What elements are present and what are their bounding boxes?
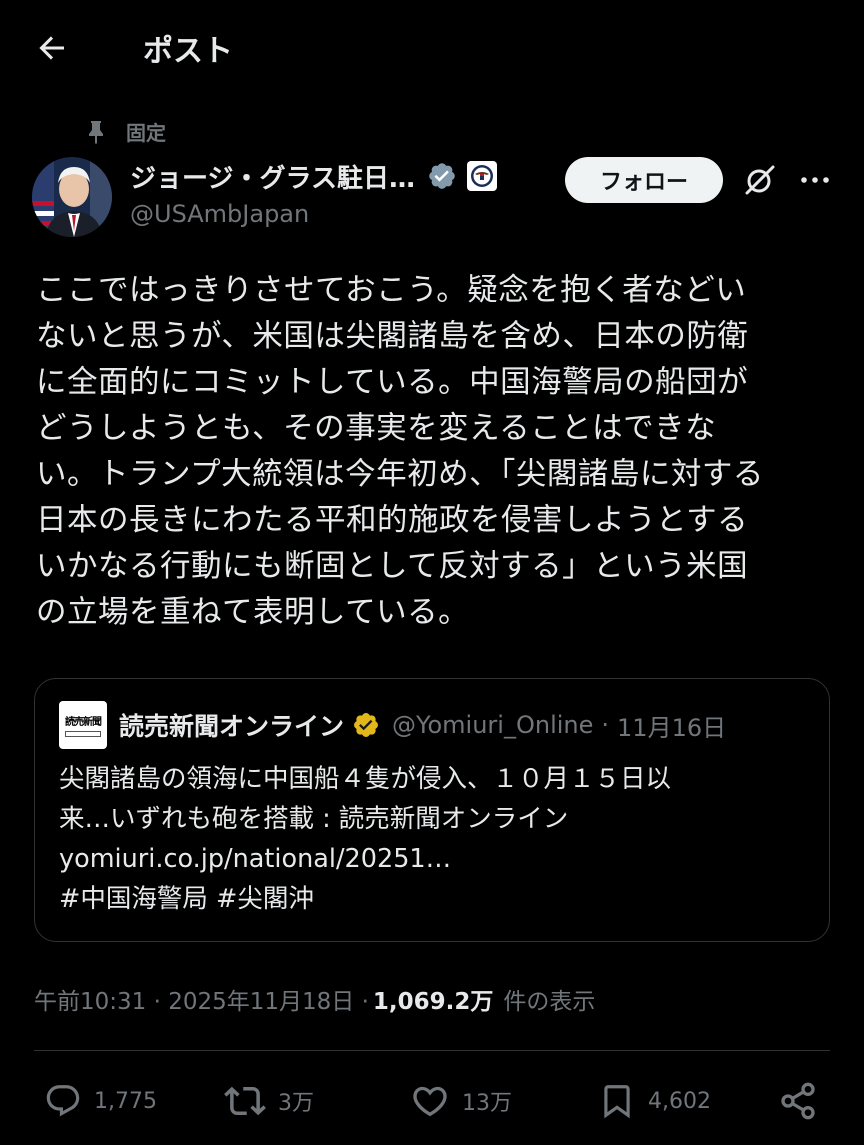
bookmark-count: 4,602 <box>648 1088 711 1114</box>
back-button[interactable] <box>30 28 74 68</box>
arrow-left-icon <box>39 36 64 60</box>
gold-verified-badge-icon[interactable] <box>352 711 380 739</box>
government-seal-icon[interactable] <box>466 161 497 191</box>
more-icon <box>801 177 829 183</box>
grok-button[interactable] <box>740 160 780 200</box>
separator-dot: · <box>601 711 610 739</box>
pin-icon <box>89 120 103 144</box>
author-info: ジョージ・グラス駐日… @USAmbJapan <box>130 156 560 228</box>
bookmark-button[interactable]: 4,602 <box>598 1074 711 1128</box>
author-handle[interactable]: @USAmbJapan <box>130 200 560 228</box>
share-icon <box>781 1082 815 1120</box>
post-text: ここではっきりさせておこう。疑念を抱く者などい ないと思うが、米国は尖閣諸島を含… <box>36 268 836 636</box>
heart-icon <box>413 1086 447 1117</box>
quoted-post-card[interactable]: 読売新聞 読売新聞オンライン @Yomiuri_Online · 11月16日 … <box>34 678 830 942</box>
quoted-author-avatar[interactable]: 読売新聞 <box>59 701 107 749</box>
quoted-post-header: 読売新聞 読売新聞オンライン @Yomiuri_Online · 11月16日 <box>59 701 726 749</box>
repost-button[interactable]: 3万 <box>224 1074 314 1128</box>
newspaper-logo-bar <box>65 731 101 737</box>
reply-count: 1,775 <box>94 1088 157 1114</box>
reply-icon <box>46 1085 80 1117</box>
page-title: ポスト <box>143 34 233 69</box>
pinned-indicator: 固定 <box>84 117 166 146</box>
eagle-seal-icon <box>470 165 493 187</box>
bookmark-icon <box>604 1085 630 1119</box>
display-name-row: ジョージ・グラス駐日… <box>130 156 560 196</box>
quoted-author-handle[interactable]: @Yomiuri_Online <box>392 711 593 739</box>
quoted-post-date[interactable]: 11月16日 <box>617 708 726 743</box>
post-line: ないと思うが、米国は尖閣諸島を含め、日本の防衛 <box>36 319 749 354</box>
view-count-label: 件の表示 <box>503 989 596 1015</box>
avatar-image <box>32 157 112 237</box>
verified-badge-icon[interactable] <box>427 161 457 191</box>
repost-icon <box>224 1086 266 1116</box>
grok-icon <box>745 165 775 195</box>
post-line: 日本の長きにわたる平和的施政を侵害しようとする <box>36 503 749 538</box>
quote-line: 来…いずれも砲を搭載 : 読売新聞オンライン <box>59 804 569 834</box>
post-line: ここではっきりさせておこう。疑念を抱く者などい <box>36 273 747 308</box>
repost-count: 3万 <box>278 1091 314 1116</box>
quote-hashtags[interactable]: #中国海警局 #尖閣沖 <box>59 879 819 919</box>
post-timestamp[interactable]: 午前10:31 · 2025年11月18日 · <box>34 982 369 1016</box>
follow-button[interactable]: フォロー <box>565 157 723 203</box>
share-button[interactable] <box>778 1074 818 1128</box>
more-options-button[interactable] <box>795 160 835 200</box>
action-bar: 1,775 3万 13万 4,602 <box>0 1074 864 1128</box>
quote-link[interactable]: yomiuri.co.jp/national/20251… <box>59 839 819 879</box>
like-count: 13万 <box>462 1091 512 1116</box>
top-bar: ポスト <box>0 0 864 96</box>
quoted-author-name[interactable]: 読売新聞オンライン <box>119 707 344 743</box>
view-count: 1,069.2万 <box>372 989 494 1015</box>
post-line: い。トランプ大統領は今年初め、「尖閣諸島に対する <box>36 457 764 492</box>
pinned-label: 固定 <box>126 121 166 145</box>
post-line: に全面的にコミットしている。中国海警局の船団が <box>36 365 749 400</box>
post-metadata: 午前10:31 · 2025年11月18日 · 1,069.2万 件の表示 <box>34 982 595 1016</box>
newspaper-logo-text: 読売新聞 <box>65 717 102 728</box>
divider <box>34 1050 830 1051</box>
post-line: いかなる行動にも断固として反対する」という米国 <box>36 549 749 584</box>
post-line: どうしようとも、その事実を変えることはできな <box>36 411 717 446</box>
avatar[interactable] <box>32 157 112 237</box>
reply-button[interactable]: 1,775 <box>44 1074 157 1128</box>
quote-line: 尖閣諸島の領海に中国船４隻が侵入、１０月１５日以 <box>59 764 672 794</box>
like-button[interactable]: 13万 <box>410 1074 512 1128</box>
author-display-name[interactable]: ジョージ・グラス駐日… <box>130 158 415 195</box>
quoted-post-text: 尖閣諸島の領海に中国船４隻が侵入、１０月１５日以 来…いずれも砲を搭載 : 読売… <box>59 759 819 919</box>
post-line: の立場を重ねて表明している。 <box>36 595 470 630</box>
